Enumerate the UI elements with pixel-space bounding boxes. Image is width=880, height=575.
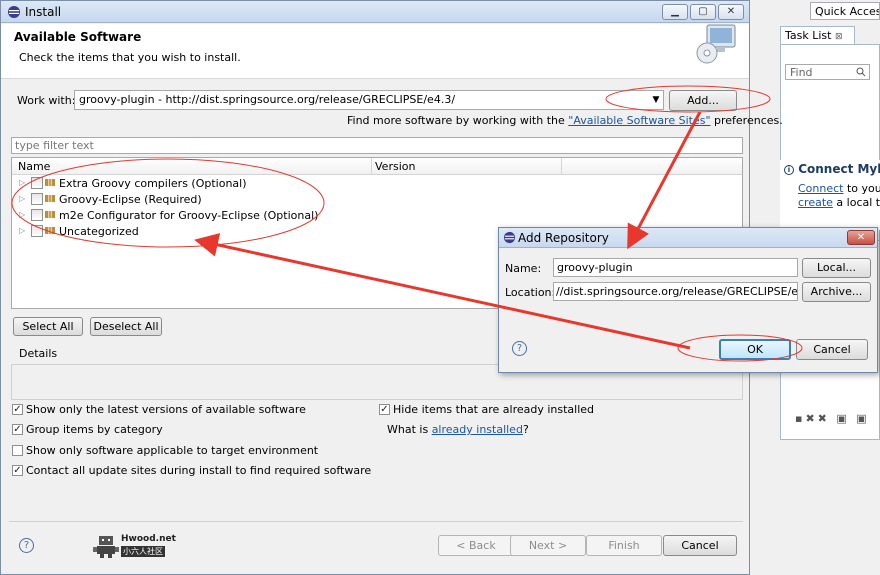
option-label: Group items by category — [26, 423, 163, 436]
name-field[interactable]: groovy-plugin — [553, 258, 798, 277]
select-all-button[interactable]: Select All — [13, 317, 83, 336]
mylyn-title: i Connect Myly — [784, 162, 880, 176]
option-label: Contact all update sites during install … — [26, 464, 372, 477]
local-button[interactable]: Local... — [802, 258, 871, 278]
add-button[interactable]: Add... — [669, 90, 737, 111]
location-label: Location: — [505, 286, 556, 299]
work-with-combo[interactable]: groovy-plugin - http://dist.springsource… — [74, 90, 664, 110]
package-icon — [45, 179, 55, 186]
install-title: Install — [25, 5, 62, 19]
checkbox-icon[interactable]: ✓ — [379, 404, 390, 415]
work-with-label: Work with: — [17, 94, 76, 107]
checkbox-icon[interactable]: ✓ — [12, 424, 23, 435]
details-label: Details — [19, 347, 58, 360]
option-label: Show only the latest versions of availab… — [26, 403, 306, 416]
next-button[interactable]: Next > — [510, 535, 586, 556]
ok-button[interactable]: OK — [719, 339, 791, 360]
mylyn-connect-panel: i Connect Myly Connect to your create a … — [780, 160, 880, 230]
checkbox-icon[interactable]: ✓ — [12, 404, 23, 415]
task-list-tab-label: Task List — [785, 29, 832, 42]
option-label: Hide items that are already installed — [393, 403, 595, 416]
package-icon — [45, 195, 55, 202]
maximize-button[interactable]: ▢ — [690, 4, 716, 20]
checkbox-icon[interactable] — [12, 445, 23, 456]
eclipse-icon — [8, 6, 20, 18]
computer-cd-icon — [696, 24, 736, 64]
tree-row-label: m2e Configurator for Groovy-Eclipse (Opt… — [59, 209, 319, 222]
close-button[interactable]: ✕ — [847, 230, 875, 245]
back-button[interactable]: < Back — [438, 535, 514, 556]
checkbox-icon[interactable] — [31, 177, 43, 189]
view-toolbar-icons[interactable]: ▪✖✖ ▣ ▣ — [795, 412, 880, 426]
tree-header: Name Version — [12, 158, 742, 175]
mylyn-title-text: Connect Myly — [798, 162, 880, 176]
connect-link[interactable]: Connect — [798, 182, 843, 195]
package-icon — [45, 227, 55, 234]
help-icon[interactable]: ? — [19, 538, 34, 553]
page-subtitle: Check the items that you wish to install… — [19, 51, 241, 64]
option-label: Show only software applicable to target … — [26, 444, 319, 457]
location-field[interactable]: //dist.springsource.org/release/GRECLIPS… — [553, 282, 798, 301]
create-link[interactable]: create — [798, 196, 833, 209]
connect-text: to your — [846, 182, 880, 195]
deselect-all-button[interactable]: Deselect All — [90, 317, 162, 336]
find-more-suffix: preferences. — [710, 114, 783, 127]
column-divider[interactable] — [561, 158, 562, 175]
what-is-suffix: ? — [522, 423, 529, 436]
checkbox-icon[interactable]: ✓ — [12, 465, 23, 476]
checkbox-icon[interactable] — [31, 209, 43, 221]
what-is-installed-text: What is already installed? — [387, 423, 529, 436]
chevron-down-icon[interactable]: ▼ — [649, 92, 663, 108]
search-icon — [856, 67, 866, 77]
minimize-button[interactable]: ▁ — [662, 4, 688, 20]
column-divider[interactable] — [371, 158, 372, 175]
column-name[interactable]: Name — [18, 160, 50, 173]
tab-close-icon[interactable]: ⊠ — [835, 32, 843, 42]
quick-access-field[interactable]: Quick Access — [810, 2, 880, 20]
find-placeholder: Find — [790, 66, 813, 79]
already-installed-link[interactable]: already installed — [432, 423, 523, 436]
add-repository-dialog: Add Repository ✕ Name: groovy-plugin Loc… — [498, 227, 878, 373]
watermark-logo: Hwood.net 小六人社区 — [93, 534, 176, 558]
install-titlebar[interactable]: Install ▁ ▢ ✕ — [1, 1, 749, 23]
expand-arrow-icon[interactable]: ▷ — [19, 210, 25, 219]
cancel-button[interactable]: Cancel — [796, 339, 868, 360]
find-more-prefix: Find more software by working with the — [347, 114, 569, 127]
checkbox-icon[interactable] — [31, 193, 43, 205]
expand-arrow-icon[interactable]: ▷ — [19, 194, 25, 203]
available-sites-link[interactable]: "Available Software Sites" — [568, 114, 710, 127]
close-button[interactable]: ✕ — [718, 4, 744, 20]
name-label: Name: — [505, 262, 542, 275]
cancel-button[interactable]: Cancel — [663, 535, 737, 556]
tree-row-label: Uncategorized — [59, 225, 139, 238]
expand-arrow-icon[interactable]: ▷ — [19, 226, 25, 235]
repo-title: Add Repository — [518, 231, 609, 245]
expand-arrow-icon[interactable]: ▷ — [19, 178, 25, 187]
task-list-tab[interactable]: Task List ⊠ — [780, 26, 855, 44]
checkbox-icon[interactable] — [31, 225, 43, 237]
divider — [9, 521, 743, 522]
filter-input[interactable]: type filter text — [11, 137, 743, 154]
column-version[interactable]: Version — [375, 160, 415, 173]
archive-button[interactable]: Archive... — [802, 282, 871, 302]
repo-titlebar[interactable]: Add Repository ✕ — [499, 228, 877, 248]
find-more-text: Find more software by working with the "… — [347, 114, 783, 127]
page-title: Available Software — [14, 30, 142, 44]
what-is-prefix: What is — [387, 423, 432, 436]
tree-row-label: Groovy-Eclipse (Required) — [59, 193, 202, 206]
info-icon: i — [784, 165, 794, 175]
help-icon[interactable]: ? — [512, 341, 527, 356]
watermark-brand: Hwood.net — [121, 534, 176, 544]
find-input[interactable]: Find — [785, 64, 870, 80]
finish-button[interactable]: Finish — [586, 535, 662, 556]
tree-row-label: Extra Groovy compilers (Optional) — [59, 177, 247, 190]
robot-logo-icon — [93, 536, 119, 558]
eclipse-icon — [503, 231, 516, 244]
package-icon — [45, 211, 55, 218]
create-text: a local tas — [836, 196, 880, 209]
watermark-text: 小六人社区 — [121, 546, 165, 557]
